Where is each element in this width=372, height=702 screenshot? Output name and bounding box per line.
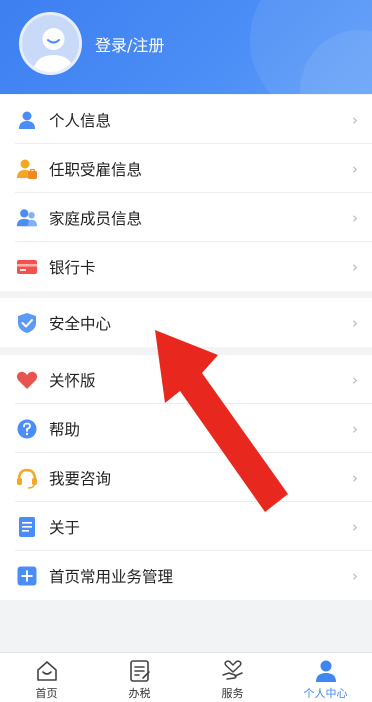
tab-service[interactable]: 服务 [186,653,279,702]
bank-card-icon [16,256,38,278]
chevron-right-icon: › [352,468,358,487]
shield-icon [16,312,38,334]
login-register-link[interactable]: 登录/注册 [95,32,164,56]
profile-icon [315,660,336,682]
default-avatar-icon [32,28,75,72]
menu-item-label: 个人信息 [49,111,112,130]
menu-item-help[interactable]: 帮助 › [0,404,372,453]
menu-item-care-version[interactable]: 关怀版 › [0,355,372,404]
menu-item-label: 帮助 [49,420,81,439]
menu-item-family-info[interactable]: 家庭成员信息 › [0,193,372,242]
menu-group-personal: 个人信息 › 任职受雇信息 › 家庭成员信息 › 银行卡 › [0,95,372,291]
tab-tax[interactable]: 办税 [93,653,186,702]
menu-item-bank-card[interactable]: 银行卡 › [0,242,372,291]
chevron-right-icon: › [352,208,358,227]
heart-icon [16,369,38,391]
service-icon [221,660,243,680]
family-icon [16,207,38,229]
chevron-right-icon: › [352,370,358,389]
menu-item-security-center[interactable]: 安全中心 › [0,298,372,347]
headset-icon [16,467,38,489]
chevron-right-icon: › [352,159,358,178]
menu-item-employment-info[interactable]: 任职受雇信息 › [0,144,372,193]
menu-item-personal-info[interactable]: 个人信息 › [0,95,372,144]
bottom-tab-bar: 首页 办税 服务 个人中心 [0,652,372,702]
menu-item-consult[interactable]: 我要咨询 › [0,453,372,502]
chevron-right-icon: › [352,110,358,129]
tax-icon [129,660,150,682]
menu-item-label: 银行卡 [49,258,96,277]
tab-label: 服务 [221,687,244,700]
menu-item-label: 首页常用业务管理 [49,567,174,586]
menu-item-label: 安全中心 [49,314,112,333]
menu-item-about[interactable]: 关于 › [0,502,372,551]
profile-header: 登录/注册 [0,0,372,94]
plus-icon [16,565,38,587]
tab-label: 个人中心 [303,687,348,700]
tab-home[interactable]: 首页 [0,653,93,702]
menu-item-label: 家庭成员信息 [49,209,143,228]
chevron-right-icon: › [352,517,358,536]
menu-item-label: 关怀版 [49,371,96,390]
menu-group-support: 关怀版 › 帮助 › 我要咨询 › 关于 › 首页常用业务管理 › [0,355,372,600]
avatar[interactable] [19,12,82,75]
home-icon [36,661,57,681]
menu-item-label: 我要咨询 [49,469,112,488]
menu-item-label: 任职受雇信息 [49,160,143,179]
tab-label: 首页 [35,687,58,700]
chevron-right-icon: › [352,313,358,332]
tab-label: 办税 [128,687,151,700]
chevron-right-icon: › [352,257,358,276]
person-icon [16,109,38,131]
menu-item-home-business-management[interactable]: 首页常用业务管理 › [0,551,372,600]
chevron-right-icon: › [352,566,358,585]
question-icon [16,418,38,440]
document-icon [16,516,38,538]
menu-group-security: 安全中心 › [0,298,372,347]
employee-icon [16,158,38,180]
tab-profile[interactable]: 个人中心 [279,653,372,702]
chevron-right-icon: › [352,419,358,438]
menu-item-label: 关于 [49,518,81,537]
